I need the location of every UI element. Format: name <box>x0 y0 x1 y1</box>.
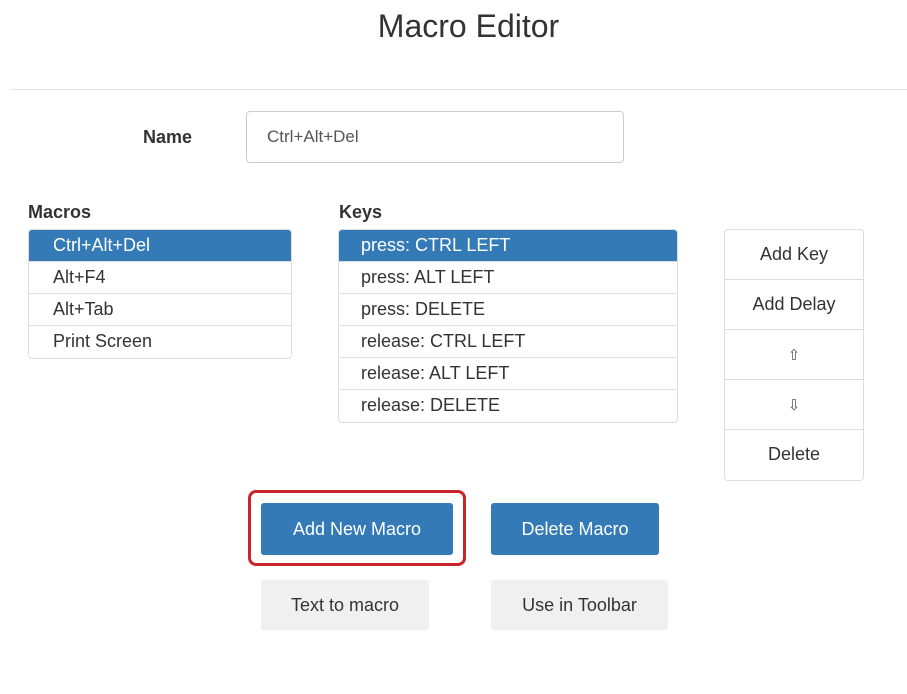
add-key-button[interactable]: Add Key <box>725 230 863 280</box>
text-to-macro-button[interactable]: Text to macro <box>261 580 429 630</box>
arrow-down-icon: ⇩ <box>787 396 801 414</box>
key-item[interactable]: press: ALT LEFT <box>339 262 677 294</box>
keys-label: Keys <box>339 202 383 222</box>
header-divider <box>10 89 907 90</box>
macro-item-alt-f4[interactable]: Alt+F4 <box>29 262 291 294</box>
add-new-macro-button[interactable]: Add New Macro <box>261 503 453 555</box>
macros-label: Macros <box>28 202 92 222</box>
key-item[interactable]: press: DELETE <box>339 294 677 326</box>
key-item[interactable]: press: CTRL LEFT <box>339 230 677 262</box>
page-title: Macro Editor <box>377 8 560 44</box>
macro-item-print-screen[interactable]: Print Screen <box>29 326 291 358</box>
macro-item-ctrl-alt-del[interactable]: Ctrl+Alt+Del <box>29 230 291 262</box>
use-in-toolbar-button[interactable]: Use in Toolbar <box>491 580 668 630</box>
key-item[interactable]: release: CTRL LEFT <box>339 326 677 358</box>
name-label: Name <box>143 127 193 147</box>
add-delay-button[interactable]: Add Delay <box>725 280 863 330</box>
arrow-up-icon: ⇧ <box>787 346 801 364</box>
key-item[interactable]: release: ALT LEFT <box>339 358 677 390</box>
macro-item-alt-tab[interactable]: Alt+Tab <box>29 294 291 326</box>
delete-macro-button[interactable]: Delete Macro <box>491 503 659 555</box>
move-down-button[interactable]: ⇩ <box>725 380 863 430</box>
move-up-button[interactable]: ⇧ <box>725 330 863 380</box>
keys-list: press: CTRL LEFT press: ALT LEFT press: … <box>338 229 678 423</box>
key-item[interactable]: release: DELETE <box>339 390 677 422</box>
macros-list: Ctrl+Alt+Del Alt+F4 Alt+Tab Print Screen <box>28 229 292 359</box>
macro-name-input[interactable] <box>246 111 624 163</box>
delete-key-button[interactable]: Delete <box>725 430 863 480</box>
key-actions-group: Add Key Add Delay ⇧ ⇩ Delete <box>724 229 864 481</box>
